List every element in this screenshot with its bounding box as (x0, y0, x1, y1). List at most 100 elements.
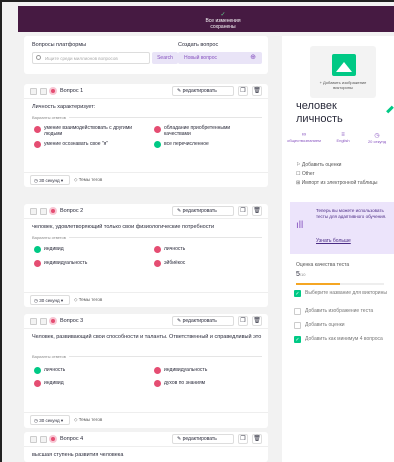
edit-button[interactable]: ✎ редактировать (172, 206, 234, 216)
learn-more-link[interactable]: Узнать больше (316, 238, 351, 244)
wrong-answer-icon (34, 141, 41, 148)
tags-button[interactable]: ◇ Темы тегов (74, 415, 102, 425)
quiz-sidebar: + Добавить изображение викторины человек… (282, 36, 394, 462)
trash-icon[interactable]: 🗑 (252, 206, 262, 216)
search-panel: Вопросы платформы Создать вопрос Ищите с… (24, 36, 268, 74)
question-text: человек, удовлетворяющий только свои физ… (32, 224, 215, 230)
edit-button[interactable]: ✎ редактировать (172, 316, 234, 326)
answer-option: все перечисленное (164, 141, 209, 147)
meta-language: ≡ English (328, 132, 358, 143)
question-number: Вопрос 1 (60, 88, 84, 94)
answer-option: индивидуальность (164, 367, 208, 373)
search-label: Вопросы платформы (32, 42, 87, 48)
answer-option: эйбиёкос (164, 260, 186, 266)
tags-button[interactable]: ◇ Темы тегов (74, 175, 102, 185)
unchecked-icon (294, 322, 301, 329)
trash-icon[interactable]: 🗑 (252, 434, 262, 444)
question-type-icon (49, 317, 57, 325)
tags-button[interactable]: ◇ Темы тегов (74, 295, 102, 305)
select-checkbox[interactable] (30, 208, 37, 215)
question-type-icon (49, 435, 57, 443)
wrong-answer-icon (34, 380, 41, 387)
meta-subject: ∞ обществознанием (287, 132, 321, 143)
wrong-answer-icon (154, 126, 161, 133)
drag-handle-icon[interactable] (40, 208, 47, 215)
checked-icon: ✓ (294, 336, 301, 343)
edit-button[interactable]: ✎ редактировать (172, 86, 234, 96)
question-header: Вопрос 1 ✎ редактировать ❐ 🗑 (24, 84, 268, 99)
quality-progress-bar (296, 283, 384, 285)
variants-label: Варианты ответов (32, 235, 69, 240)
question-text: высшая ступень развития человека (32, 452, 124, 458)
duplicate-icon[interactable]: ❐ (238, 86, 248, 96)
chart-icon: ıll (296, 220, 304, 231)
trash-icon[interactable]: 🗑 (252, 86, 262, 96)
question-card-4: Вопрос 4 ✎ редактировать ❐ 🗑 высшая ступ… (24, 432, 268, 462)
duplicate-icon[interactable]: ❐ (238, 434, 248, 444)
questions-column: Вопросы платформы Создать вопрос Ищите с… (18, 36, 268, 462)
answer-option: личность (164, 246, 186, 252)
other-link[interactable]: ☐ Other (296, 171, 314, 177)
plus-icon: ⊕ (250, 54, 256, 61)
import-spreadsheet-link[interactable]: ⊞ Импорт из электронной таблицы (296, 180, 377, 186)
question-footer: ◷ 30 секунд ▾ ◇ Темы тегов (24, 292, 268, 306)
wrong-answer-icon (154, 260, 161, 267)
save-status: ✓ Все изменения сохранены (193, 12, 253, 30)
drag-handle-icon[interactable] (40, 436, 47, 443)
image-icon (332, 54, 356, 76)
answer-option: умение осознавать свое "я" (44, 141, 109, 147)
quality-progress-fill (296, 283, 340, 285)
quality-label: Оценка качества теста (296, 262, 350, 268)
variants-label: Варианты ответов (32, 115, 69, 120)
time-select[interactable]: ◷ 30 секунд ▾ (30, 175, 70, 185)
meta-time: ◷ 20 секунд (362, 132, 392, 144)
answer-option: умение взаимодействовать с другими людьм… (44, 125, 133, 137)
duplicate-icon[interactable]: ❐ (238, 206, 248, 216)
select-checkbox[interactable] (30, 88, 37, 95)
wrong-answer-icon (154, 367, 161, 374)
question-text: Личность характеризует: (32, 104, 96, 110)
search-icon (36, 55, 41, 60)
search-input[interactable]: Ищите среди миллионов вопросов (32, 52, 150, 64)
answer-option: индивидуальность (44, 260, 88, 266)
question-card-3: Вопрос 3 ✎ редактировать ❐ 🗑 Человек, ра… (24, 314, 268, 428)
drag-handle-icon[interactable] (40, 88, 47, 95)
adaptive-learning-banner: ıll Теперь вы можете использовать тесты … (290, 202, 394, 254)
question-number: Вопрос 4 (60, 436, 84, 442)
duplicate-icon[interactable]: ❐ (238, 316, 248, 326)
question-header: Вопрос 4 ✎ редактировать ❐ 🗑 (24, 432, 268, 447)
quiz-title: человек личность (296, 100, 343, 125)
question-footer: ◷ 30 секунд ▾ ◇ Темы тегов (24, 412, 268, 426)
answer-option: индивид (44, 380, 64, 386)
answer-option: личность (44, 367, 66, 373)
question-card-1: Вопрос 1 ✎ редактировать ❐ 🗑 Личность ха… (24, 84, 268, 187)
wrong-answer-icon (34, 260, 41, 267)
question-number: Вопрос 3 (60, 318, 84, 324)
answer-option: индивид (44, 246, 64, 252)
time-select[interactable]: ◷ 30 секунд ▾ (30, 295, 70, 305)
question-card-2: Вопрос 2 ✎ редактировать ❐ 🗑 человек, уд… (24, 204, 268, 307)
select-checkbox[interactable] (30, 436, 37, 443)
question-header: Вопрос 2 ✎ редактировать ❐ 🗑 (24, 204, 268, 219)
answer-option: духов по знаниям (164, 380, 206, 386)
add-grades-link[interactable]: ⚐ Добавить оценки (296, 162, 341, 168)
correct-answer-icon (34, 246, 41, 253)
correct-answer-icon (34, 367, 41, 374)
edit-button[interactable]: ✎ редактировать (172, 434, 234, 444)
trash-icon[interactable]: 🗑 (252, 316, 262, 326)
question-number: Вопрос 2 (60, 208, 84, 214)
wrong-answer-icon (154, 246, 161, 253)
edit-title-icon[interactable] (386, 105, 394, 114)
wrong-answer-icon (34, 126, 41, 133)
drag-handle-icon[interactable] (40, 318, 47, 325)
wrong-answer-icon (154, 380, 161, 387)
time-select[interactable]: ◷ 30 секунд ▾ (30, 415, 70, 425)
question-type-icon (49, 207, 57, 215)
select-checkbox[interactable] (30, 318, 37, 325)
correct-answer-icon (154, 141, 161, 148)
search-button[interactable]: Search (152, 52, 178, 64)
new-question-button[interactable]: Новый вопрос ⊕ (178, 52, 262, 64)
checked-icon: ✓ (294, 290, 301, 297)
question-type-icon (49, 87, 57, 95)
add-quiz-image-button[interactable]: + Добавить изображение викторины (310, 46, 376, 98)
